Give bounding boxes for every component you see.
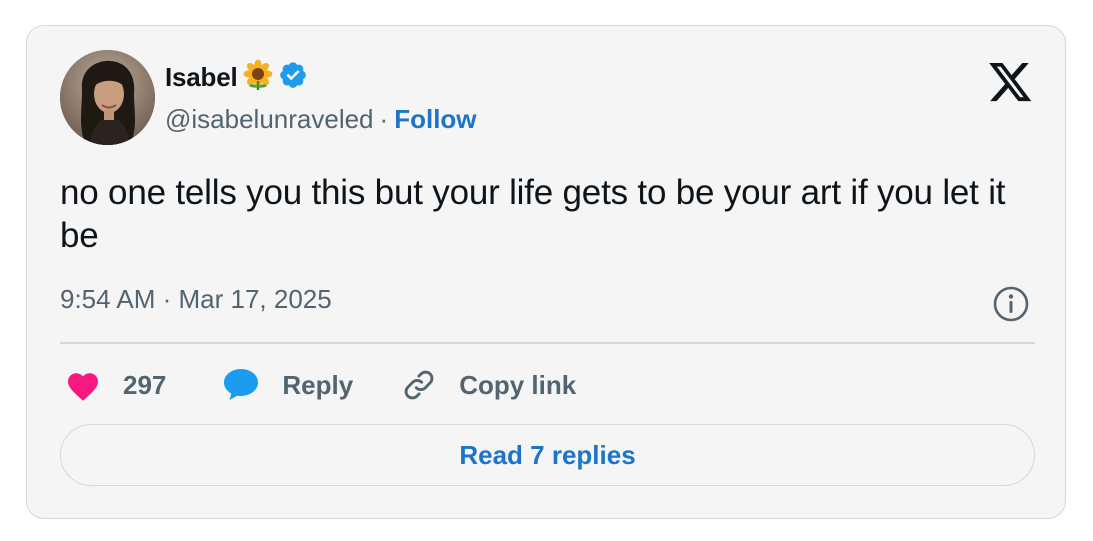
reply-button[interactable]: Reply xyxy=(222,367,353,403)
author-display-name[interactable]: Isabel xyxy=(165,62,238,93)
copy-link-label: Copy link xyxy=(459,369,577,400)
reply-label: Reply xyxy=(282,369,354,400)
avatar-image xyxy=(60,50,155,145)
author-name-row: Isabel xyxy=(165,59,308,96)
separator-dot: · xyxy=(379,103,389,134)
copy-link-button[interactable]: Copy link xyxy=(401,367,576,403)
follow-button[interactable]: Follow xyxy=(394,104,476,135)
verified-badge-icon xyxy=(278,60,308,95)
tweet-card: Isabel @isabelunraveled · Follow no one … xyxy=(26,25,1066,519)
divider xyxy=(60,342,1035,344)
x-logo-icon[interactable] xyxy=(989,63,1033,103)
info-icon[interactable] xyxy=(992,285,1030,323)
heart-icon xyxy=(65,369,101,401)
read-replies-button[interactable]: Read 7 replies xyxy=(60,424,1035,486)
like-button[interactable]: 297 xyxy=(65,369,166,401)
tweet-text: no one tells you this but your life gets… xyxy=(60,173,1006,255)
tweet-timestamp[interactable]: 9:54 AM · Mar 17, 2025 xyxy=(60,284,332,315)
like-count: 297 xyxy=(123,369,167,400)
avatar[interactable] xyxy=(60,50,155,145)
action-bar: 297 Reply Copy link xyxy=(65,364,576,406)
speech-bubble-icon xyxy=(222,367,260,403)
author-handle-row: @isabelunraveled · Follow xyxy=(165,102,477,136)
link-icon xyxy=(401,367,437,403)
sunflower-icon xyxy=(242,59,274,96)
author-handle[interactable]: @isabelunraveled xyxy=(165,104,374,135)
